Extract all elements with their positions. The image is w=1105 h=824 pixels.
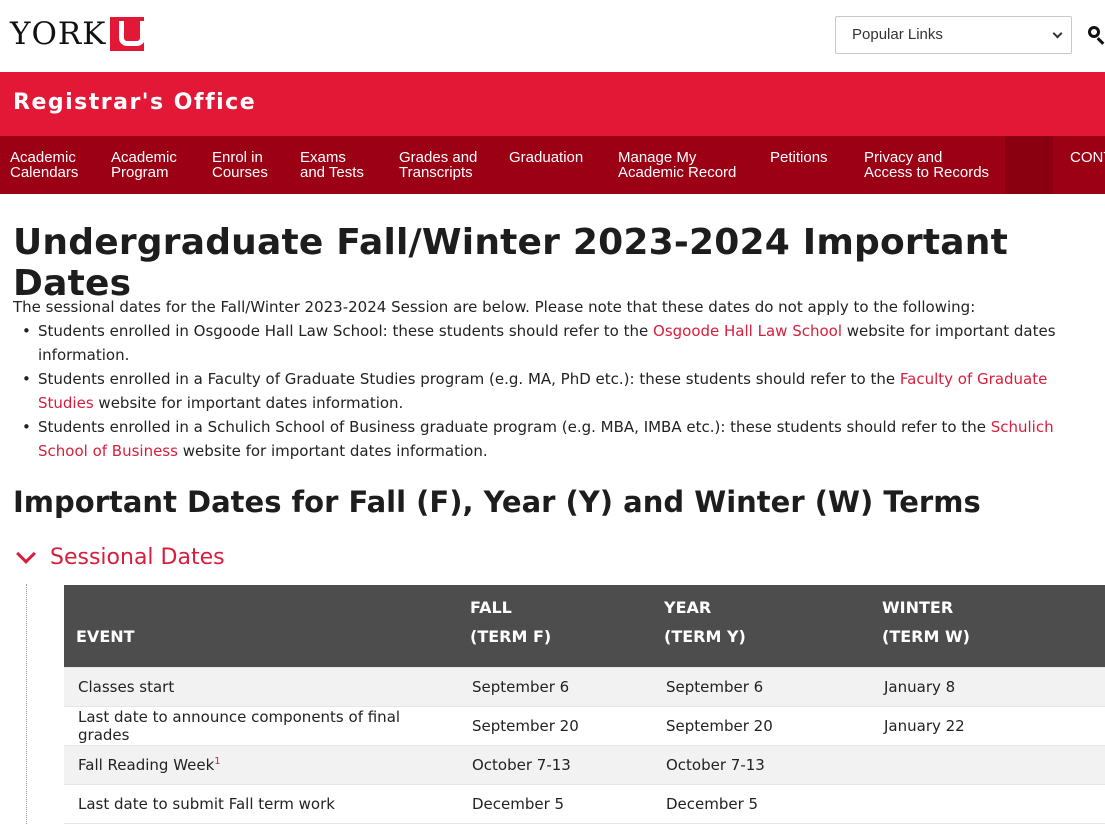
nav-item-contact[interactable]: CONT: [1070, 150, 1105, 165]
list-item-text: website for important dates information.: [93, 394, 404, 412]
intro-text: The sessional dates for the Fall/Winter …: [13, 298, 976, 316]
sessional-dates-accordion-toggle[interactable]: Sessional Dates: [13, 543, 225, 570]
main-nav: Academic Calendars Academic Program Enro…: [0, 136, 1105, 194]
site-banner: Registrar's Office: [0, 72, 1105, 136]
banner-title[interactable]: Registrar's Office: [13, 90, 256, 115]
event-text: Last date to submit Fall term work: [78, 794, 335, 813]
year-cell: December 5: [652, 784, 870, 824]
page-title: Undergraduate Fall/Winter 2023-2024 Impo…: [13, 222, 1009, 304]
list-item: Students enrolled in Osgoode Hall Law Sc…: [20, 319, 1090, 367]
logo-u-mark-icon: [110, 17, 146, 51]
fall-cell: September 20: [458, 706, 652, 746]
popular-links-label: Popular Links: [852, 26, 943, 43]
fall-cell: December 5: [458, 784, 652, 824]
accordion-rule: [26, 584, 27, 824]
table-row: Fall Reading Week1 October 7-13 October …: [64, 745, 1105, 785]
section-heading: Important Dates for Fall (F), Year (Y) a…: [13, 485, 981, 519]
table-header-row: EVENT FALL (TERM F) YEAR (TERM Y) WINTER (T…: [64, 585, 1105, 668]
nav-item-exams-and-tests[interactable]: Exams and Tests: [300, 150, 364, 180]
event-text: Last date to announce components of fina…: [78, 707, 401, 744]
year-cell: September 20: [652, 706, 870, 746]
column-header-winter: WINTER (TERM W): [870, 585, 1105, 668]
event-text: Fall Reading Week: [78, 755, 215, 774]
nav-item-academic-calendars[interactable]: Academic Calendars: [10, 150, 78, 180]
winter-cell: [870, 784, 1105, 824]
header-line: (TERM Y): [664, 626, 746, 646]
nav-item-enrol-in-courses[interactable]: Enrol in Courses: [212, 150, 268, 180]
table-row: Last date to announce components of fina…: [64, 706, 1105, 746]
list-item: Students enrolled in a Schulich School o…: [20, 415, 1090, 463]
header-line: EVENT: [76, 626, 135, 646]
list-item-text: website for important dates information.: [177, 442, 488, 460]
year-cell: October 7-13: [652, 745, 870, 785]
footnote-link[interactable]: 1: [214, 756, 220, 767]
osgoode-link[interactable]: Osgoode Hall Law School: [653, 322, 842, 340]
winter-cell: [870, 745, 1105, 785]
column-header-event: EVENT: [64, 585, 458, 668]
header-line: FALL: [470, 597, 512, 617]
nav-item-graduation[interactable]: Graduation: [509, 150, 583, 165]
header-line: WINTER: [882, 597, 954, 617]
york-logo[interactable]: YORK: [10, 16, 146, 52]
fall-cell: September 6: [458, 667, 652, 707]
year-cell: September 6: [652, 667, 870, 707]
header-line: (TERM F): [470, 626, 552, 646]
nav-item-petitions[interactable]: Petitions: [770, 150, 828, 165]
column-header-fall: FALL (TERM F): [458, 585, 652, 668]
search-icon[interactable]: [1085, 24, 1105, 46]
winter-cell: January 22: [870, 706, 1105, 746]
header-line: (TERM W): [882, 626, 970, 646]
nav-item-manage-academic-record[interactable]: Manage My Academic Record: [618, 150, 736, 180]
popular-links-select[interactable]: Popular Links: [835, 16, 1072, 54]
nav-item-academic-program[interactable]: Academic Program: [111, 150, 177, 180]
nav-item-grades-and-transcripts[interactable]: Grades and Transcripts: [399, 150, 477, 180]
table-row: Last date to submit Fall term work Decem…: [64, 784, 1105, 824]
table-row: Classes start September 6 September 6 Ja…: [64, 667, 1105, 707]
list-item-text: Students enrolled in a Faculty of Gradua…: [38, 370, 900, 388]
accordion-label: Sessional Dates: [50, 545, 225, 570]
nav-item-privacy-access-records[interactable]: Privacy and Access to Records: [864, 150, 989, 180]
header-line: YEAR: [664, 597, 712, 617]
column-header-year: YEAR (TERM Y): [652, 585, 870, 668]
list-item-text: Students enrolled in a Schulich School o…: [38, 418, 991, 436]
nav-active-indicator: [1005, 136, 1053, 194]
winter-cell: January 8: [870, 667, 1105, 707]
event-text: Classes start: [78, 677, 175, 696]
event-cell: Fall Reading Week1: [64, 745, 458, 785]
event-cell: Last date to submit Fall term work: [64, 784, 458, 824]
list-item-text: Students enrolled in Osgoode Hall Law Sc…: [38, 322, 654, 340]
exclusion-list: Students enrolled in Osgoode Hall Law Sc…: [20, 319, 1090, 463]
list-item: Students enrolled in a Faculty of Gradua…: [20, 367, 1090, 415]
top-bar: YORK Popular Links: [0, 0, 1105, 72]
event-cell: Classes start: [64, 667, 458, 707]
chevron-down-icon: [16, 543, 36, 564]
fall-cell: October 7-13: [458, 745, 652, 785]
event-cell: Last date to announce components of fina…: [64, 706, 458, 746]
sessional-dates-table: EVENT FALL (TERM F) YEAR (TERM Y) WINTER (T…: [64, 585, 1105, 824]
chevron-down-icon: [1052, 28, 1063, 39]
logo-wordmark: YORK: [10, 16, 107, 52]
